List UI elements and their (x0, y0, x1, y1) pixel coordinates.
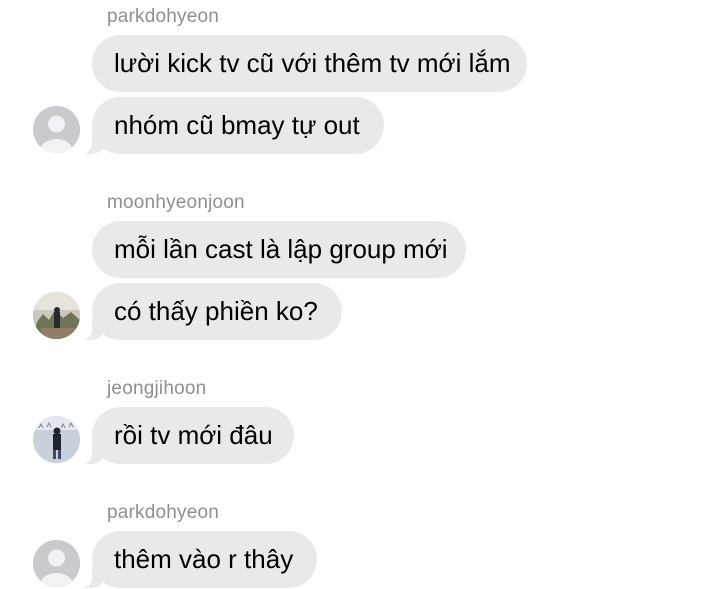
message-bubble[interactable]: nhóm cũ bmay tự out (80, 97, 384, 154)
default-person-avatar-icon (33, 106, 80, 153)
avatar[interactable] (33, 416, 80, 463)
message-text: có thấy phiền ko? (114, 296, 318, 326)
avatar[interactable] (33, 292, 80, 339)
message-text: lười kick tv cũ với thêm tv mới lắm (114, 48, 511, 78)
message-bubble[interactable]: rồi tv mới đâu (80, 407, 294, 464)
message-bubble[interactable]: lười kick tv cũ với thêm tv mới lắm (92, 35, 527, 92)
message-text: nhóm cũ bmay tự out (114, 110, 360, 140)
message-bubble[interactable]: mỗi lần cast là lập group mới (92, 221, 466, 278)
photo-avatar-icon (33, 416, 80, 463)
avatar[interactable] (33, 106, 80, 153)
message-bubble[interactable]: thêm vào r thây (80, 531, 317, 588)
message-text: rồi tv mới đâu (114, 420, 273, 450)
sender-name: parkdohyeon (107, 6, 220, 27)
sender-name: parkdohyeon (107, 502, 220, 523)
message-text: mỗi lần cast là lập group mới (114, 234, 448, 264)
message-text: thêm vào r thây (114, 544, 294, 574)
sender-name: jeongjihoon (107, 378, 207, 399)
sender-name: moonhyeonjoon (107, 192, 245, 213)
photo-avatar-icon (33, 292, 80, 339)
avatar[interactable] (33, 540, 80, 587)
default-person-avatar-icon (33, 540, 80, 587)
message-bubble[interactable]: có thấy phiền ko? (80, 283, 342, 340)
